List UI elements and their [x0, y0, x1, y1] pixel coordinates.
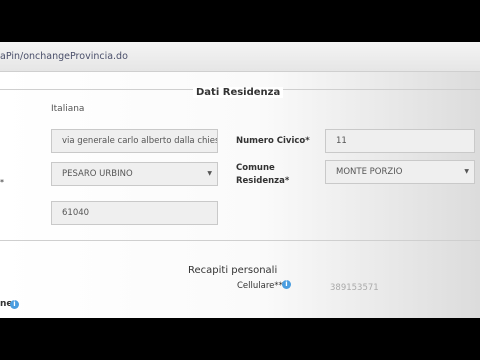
municipality-label: Comune Residenza*: [236, 163, 290, 186]
info-icon[interactable]: i: [282, 280, 291, 289]
postal-code-field[interactable]: 61040: [51, 201, 218, 225]
url-text[interactable]: aPin/onchangeProvincia.do: [0, 51, 128, 62]
required-marker: *: [0, 178, 4, 187]
divider: [0, 240, 480, 241]
nationality-value: Italiana: [51, 104, 85, 114]
browser-screen: aPin/onchangeProvincia.do Dati Residenza…: [0, 42, 480, 318]
page-content: Dati Residenza Italiana via generale car…: [0, 72, 480, 318]
mobile-field[interactable]: 389153571: [330, 283, 379, 293]
info-icon[interactable]: i: [10, 300, 19, 309]
address-bar[interactable]: aPin/onchangeProvincia.do: [0, 42, 480, 72]
section-title-contacts: Recapiti personali: [188, 265, 278, 276]
street-number-label: Numero Civico*: [236, 136, 310, 146]
mobile-label: Cellulare**: [237, 281, 283, 291]
municipality-select[interactable]: MONTE PORZIO: [325, 160, 475, 184]
section-title-residence: Dati Residenza: [193, 87, 284, 98]
street-number-field[interactable]: 11: [325, 129, 475, 153]
address-field[interactable]: via generale carlo alberto dalla chiesa: [51, 129, 218, 153]
province-select[interactable]: PESARO URBINO: [51, 162, 218, 186]
